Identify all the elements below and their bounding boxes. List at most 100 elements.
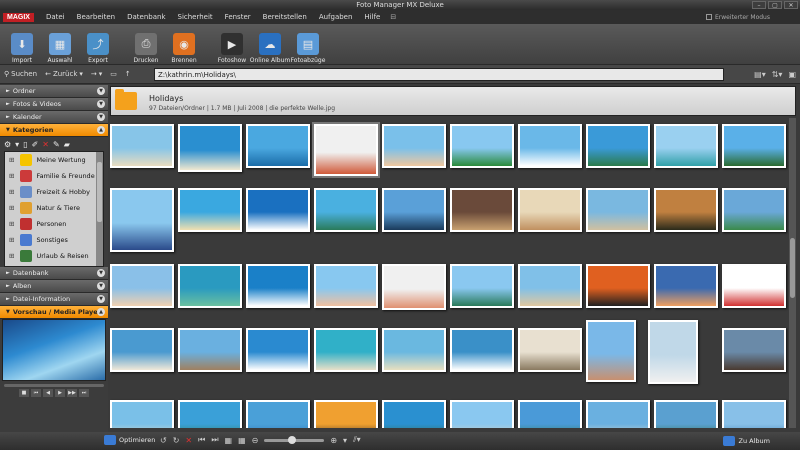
expand-icon[interactable]: ⊞ [9,236,14,244]
eraser-icon[interactable]: ▰ [64,140,70,149]
photo-thumbnail[interactable] [382,188,446,232]
rotate-left-icon[interactable]: ↺ [160,436,167,445]
new-category-icon[interactable]: ▯ [23,140,27,149]
checkbox-icon[interactable] [705,14,712,20]
auswahl-button[interactable]: ▦ Auswahl [42,26,78,64]
photo-thumbnail[interactable] [314,124,378,176]
gear-icon[interactable]: ⚙ [4,140,11,149]
photo-thumbnail[interactable] [722,264,786,308]
expand-icon[interactable]: ▼ [97,87,105,95]
category-item[interactable]: ⊞ Sonstiges [5,232,103,248]
photo-thumbnail[interactable] [246,264,310,308]
expand-icon[interactable]: ▼ [97,295,105,303]
magix-logo[interactable]: MAGIX [3,12,34,22]
expand-icon[interactable]: ▼ [97,282,105,290]
view-mode-icon[interactable]: ▤▾ [754,70,766,79]
photo-thumbnail[interactable] [110,400,174,428]
import-button[interactable]: ⬇ Import [4,26,40,64]
photo-thumbnail[interactable] [178,124,242,172]
rotate-right-icon[interactable]: ↻ [173,436,180,445]
photo-thumbnail[interactable] [246,188,310,232]
scroll-thumb[interactable] [790,238,795,298]
expand-icon[interactable]: ⊞ [9,252,14,260]
photo-thumbnail[interactable] [648,320,698,384]
photo-thumbnail[interactable] [518,400,582,428]
section-datei-information[interactable]: ► Datei-Information ▼ [0,293,108,306]
to-album-button[interactable]: Zu Album [722,436,770,446]
chevron-down-icon[interactable]: ▾ [15,140,19,149]
help-icon[interactable]: ▣ [788,70,796,79]
chevron-down-icon[interactable]: ▾ [343,436,347,445]
photo-thumbnail[interactable] [110,124,174,168]
online-album-button[interactable]: ☁ Online Album [250,26,290,64]
menu-fenster[interactable]: Fenster [219,13,257,21]
photo-thumbnail[interactable] [110,188,174,252]
section-kalender[interactable]: ► Kalender ▼ [0,111,108,124]
collapse-icon[interactable]: ▲ [97,126,105,134]
photo-thumbnail[interactable] [518,264,582,308]
menu-hilfe[interactable]: Hilfe [358,13,386,21]
photo-thumbnail[interactable] [314,400,378,428]
fotoabzüge-button[interactable]: ▤ Fotoabzüge [290,26,326,64]
previous-icon[interactable]: ⏮ [198,435,205,445]
close-button[interactable]: ✕ [784,1,798,9]
stop-icon[interactable]: ■ [19,389,29,397]
brennen-button[interactable]: ◉ Brennen [166,26,202,64]
photo-thumbnail[interactable] [654,400,718,428]
thumbs-small-icon[interactable]: ▦ [225,436,233,445]
photo-thumbnail[interactable] [586,264,650,308]
photo-thumbnail[interactable] [178,328,242,372]
expand-icon[interactable]: ⊞ [9,220,14,228]
photo-thumbnail[interactable] [382,400,446,428]
section-datenbank[interactable]: ► Datenbank ▼ [0,267,108,280]
collapse-icon[interactable]: ▲ [97,308,105,316]
photo-thumbnail[interactable] [382,264,446,310]
photo-thumbnail[interactable] [178,264,242,308]
photo-thumbnail[interactable] [654,124,718,168]
photo-thumbnail[interactable] [722,328,786,372]
category-scrollbar[interactable] [96,152,103,266]
photo-thumbnail[interactable] [382,124,446,168]
photo-thumbnail[interactable] [450,400,514,428]
zoom-out-icon[interactable]: ⊖ [252,436,259,445]
photo-thumbnail[interactable] [246,124,310,168]
photo-thumbnail[interactable] [450,264,514,308]
expert-mode-toggle[interactable]: Erweiterter Modus [705,14,770,21]
minimize-button[interactable]: – [752,1,766,9]
photo-thumbnail[interactable] [314,188,378,232]
category-item[interactable]: ⊞ Natur & Tiere [5,200,103,216]
delete-icon[interactable]: ✕ [185,436,192,445]
photo-thumbnail[interactable] [586,124,650,168]
photo-thumbnail[interactable] [654,188,718,232]
forward-icon[interactable]: ▶▶ [67,389,77,397]
scroll-thumb[interactable] [97,162,102,222]
section-preview[interactable]: ▼ Vorschau / Media Player ▲ [0,306,108,319]
sort-icon[interactable]: ⇅▾ [772,70,783,79]
desktop-button[interactable]: ▭ [110,70,117,78]
optimize-button[interactable]: Optimieren [104,435,155,445]
forward-button[interactable]: → ▾ [91,70,102,78]
photo-thumbnail[interactable] [518,124,582,168]
section-fotos-videos[interactable]: ► Fotos & Videos ▼ [0,98,108,111]
menu-aufgaben[interactable]: Aufgaben [313,13,359,21]
photo-thumbnail[interactable] [178,400,242,428]
section-ordner[interactable]: ► Ordner ▼ [0,85,108,98]
up-folder-button[interactable]: ↑ [125,70,131,78]
expand-icon[interactable]: ▼ [97,113,105,121]
skip-back-icon[interactable]: ⏮ [31,389,41,397]
export-button[interactable]: ⤴ Export [80,26,116,64]
expand-icon[interactable]: ⊞ [9,156,14,164]
section-alben[interactable]: ► Alben ▼ [0,280,108,293]
photo-thumbnail[interactable] [314,328,378,372]
zoom-slider[interactable] [264,435,325,444]
photo-thumbnail[interactable] [722,188,786,232]
photo-thumbnail[interactable] [586,400,650,428]
zoom-slider-handle[interactable] [288,435,297,444]
photo-thumbnail[interactable] [178,188,242,232]
category-item[interactable]: ⊞ Familie & Freunde [5,168,103,184]
expand-icon[interactable]: ⊞ [9,172,14,180]
expand-icon[interactable]: ⊞ [9,204,14,212]
photo-thumbnail[interactable] [586,320,636,382]
photo-thumbnail[interactable] [110,264,174,308]
edit-icon[interactable]: ✎ [53,140,60,149]
